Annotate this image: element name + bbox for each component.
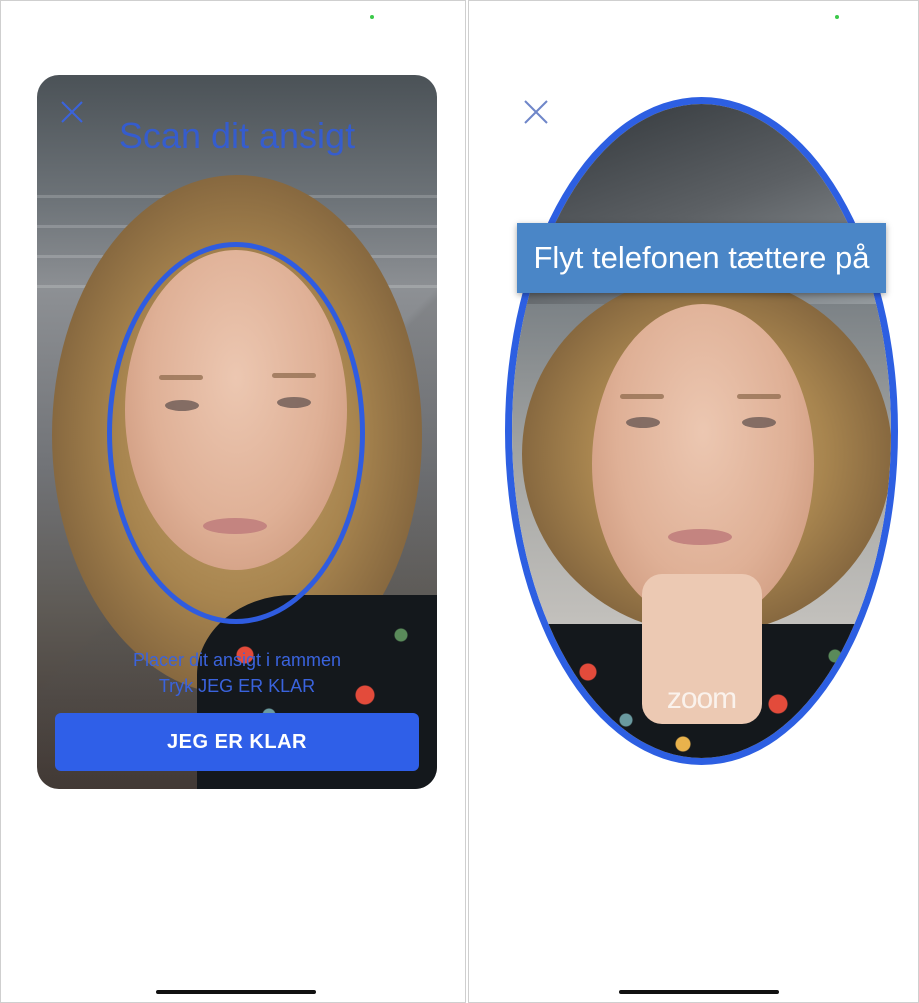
face-frame-oval	[107, 242, 365, 624]
camera-preview: Scan dit ansigt Placer dit ansigt i ramm…	[37, 75, 437, 789]
instruction-banner: Flyt telefonen tættere på	[517, 223, 886, 293]
left-phone-screen: Scan dit ansigt Placer dit ansigt i ramm…	[0, 0, 466, 1003]
face-scan-oval: zoom	[505, 97, 898, 765]
instruction-line-2: Tryk JEG ER KLAR	[158, 676, 316, 696]
status-indicator	[370, 15, 374, 19]
home-indicator	[156, 990, 316, 994]
instructions: Placer dit ansigt i rammen Tryk JEG ER K…	[37, 647, 437, 699]
status-indicator	[835, 15, 839, 19]
instruction-line-1: Placer dit ansigt i rammen	[132, 650, 342, 670]
zoom-watermark: zoom	[666, 682, 737, 715]
page-title: Scan dit ansigt	[118, 115, 356, 156]
ready-button[interactable]: JEG ER KLAR	[55, 713, 419, 771]
right-phone-screen: zoom Flyt telefonen tættere på	[468, 0, 919, 1003]
home-indicator	[619, 990, 779, 994]
